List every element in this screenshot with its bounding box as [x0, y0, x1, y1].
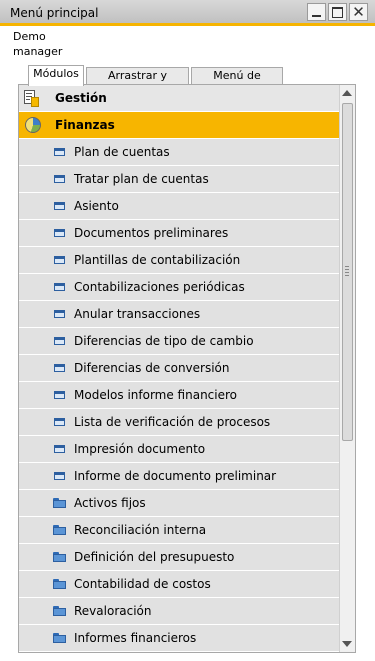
module-label: Finanzas [55, 118, 115, 132]
menu-item-label: Activos fijos [74, 496, 146, 510]
menu-item[interactable]: Diferencias de conversión [19, 355, 339, 382]
window-icon [54, 445, 65, 453]
window-icon [54, 256, 65, 264]
menu-item[interactable]: Diferencias de tipo de cambio [19, 328, 339, 355]
maximize-button[interactable] [328, 3, 347, 21]
minimize-button[interactable] [307, 3, 326, 21]
menu-item-label: Contabilidad de costos [74, 577, 211, 591]
menu-item[interactable]: Anular transacciones [19, 301, 339, 328]
menu-item-label: Definición del presupuesto [74, 550, 235, 564]
vertical-scrollbar[interactable] [339, 85, 355, 652]
tab-modulos[interactable]: Módulos [28, 65, 84, 86]
menu-item-label: Plan de cuentas [74, 145, 170, 159]
menu-item[interactable]: Informe de documento preliminar [19, 463, 339, 490]
scroll-up-arrow-icon[interactable] [342, 90, 352, 96]
window-icon [54, 337, 65, 345]
menu-item[interactable]: Tratar plan de cuentas [19, 166, 339, 193]
tab-arrastrar-vincular[interactable]: Arrastrar y vincular [86, 67, 189, 98]
menu-item-label: Diferencias de tipo de cambio [74, 334, 254, 348]
menu-item-label: Contabilizaciones periódicas [74, 280, 245, 294]
window-icon [54, 229, 65, 237]
menu-item[interactable]: Informes financieros [19, 625, 339, 652]
window-icon [54, 175, 65, 183]
menu-item-label: Informes financieros [74, 631, 197, 645]
folder-icon [53, 579, 66, 589]
menu-item-label: Modelos informe financiero [74, 388, 238, 402]
menu-item[interactable]: Activos fijos [19, 490, 339, 517]
close-button[interactable]: ✕ [349, 3, 368, 21]
menu-item-label: Tratar plan de cuentas [74, 172, 209, 186]
window-icon [54, 391, 65, 399]
user-name: manager [13, 45, 63, 58]
menu-item[interactable]: Asiento [19, 193, 339, 220]
tab-menu-usuario[interactable]: Menú de usuario [191, 67, 283, 98]
menu-item[interactable]: Definición del presupuesto [19, 544, 339, 571]
folder-icon [53, 498, 66, 508]
menu-item-label: Anular transacciones [74, 307, 201, 321]
management-icon [24, 90, 39, 107]
menu-item[interactable]: Contabilizaciones periódicas [19, 274, 339, 301]
folder-icon [53, 525, 66, 535]
window-icon [54, 202, 65, 210]
window-icon [54, 283, 65, 291]
finance-pie-icon [25, 117, 41, 133]
module-gestion[interactable]: Gestión [19, 85, 339, 112]
module-tree: Gestión Finanzas Plan de cuentas Tratar p… [19, 85, 339, 652]
resize-grip[interactable] [345, 266, 349, 276]
scroll-down-arrow-icon[interactable] [342, 641, 352, 647]
menu-item-label: Informe de documento preliminar [74, 469, 277, 483]
window-icon [54, 148, 65, 156]
maximize-icon [332, 7, 343, 18]
menu-item[interactable]: Plantillas de contabilización [19, 247, 339, 274]
module-label: Gestión [55, 91, 107, 105]
menu-item-label: Documentos preliminares [74, 226, 229, 240]
menu-item-label: Asiento [74, 199, 119, 213]
menu-item-label: Revaloración [74, 604, 152, 618]
menu-panel: Gestión Finanzas Plan de cuentas Tratar p… [18, 84, 356, 653]
menu-item[interactable]: Lista de verificación de procesos [19, 409, 339, 436]
menu-item[interactable]: Plan de cuentas [19, 139, 339, 166]
folder-icon [53, 552, 66, 562]
folder-icon [53, 633, 66, 643]
minimize-icon [312, 15, 321, 17]
menu-item[interactable]: Documentos preliminares [19, 220, 339, 247]
title-bar: Menú principal ✕ [0, 0, 375, 26]
window-icon [54, 310, 65, 318]
user-company: Demo [13, 30, 46, 43]
menu-item-label: Impresión documento [74, 442, 206, 456]
menu-item[interactable]: Reconciliación interna [19, 517, 339, 544]
window-icon [54, 364, 65, 372]
window-icon [54, 418, 65, 426]
menu-item[interactable]: Impresión documento [19, 436, 339, 463]
module-finanzas[interactable]: Finanzas [19, 112, 339, 139]
close-icon: ✕ [352, 3, 365, 21]
menu-item-label: Plantillas de contabilización [74, 253, 241, 267]
menu-item[interactable]: Modelos informe financiero [19, 382, 339, 409]
menu-item[interactable]: Revaloración [19, 598, 339, 625]
menu-item-label: Reconciliación interna [74, 523, 207, 537]
menu-item-label: Lista de verificación de procesos [74, 415, 271, 429]
menu-item[interactable]: Contabilidad de costos [19, 571, 339, 598]
menu-item-label: Diferencias de conversión [74, 361, 230, 375]
window-title: Menú principal [10, 6, 99, 20]
folder-icon [53, 606, 66, 616]
window-icon [54, 472, 65, 480]
